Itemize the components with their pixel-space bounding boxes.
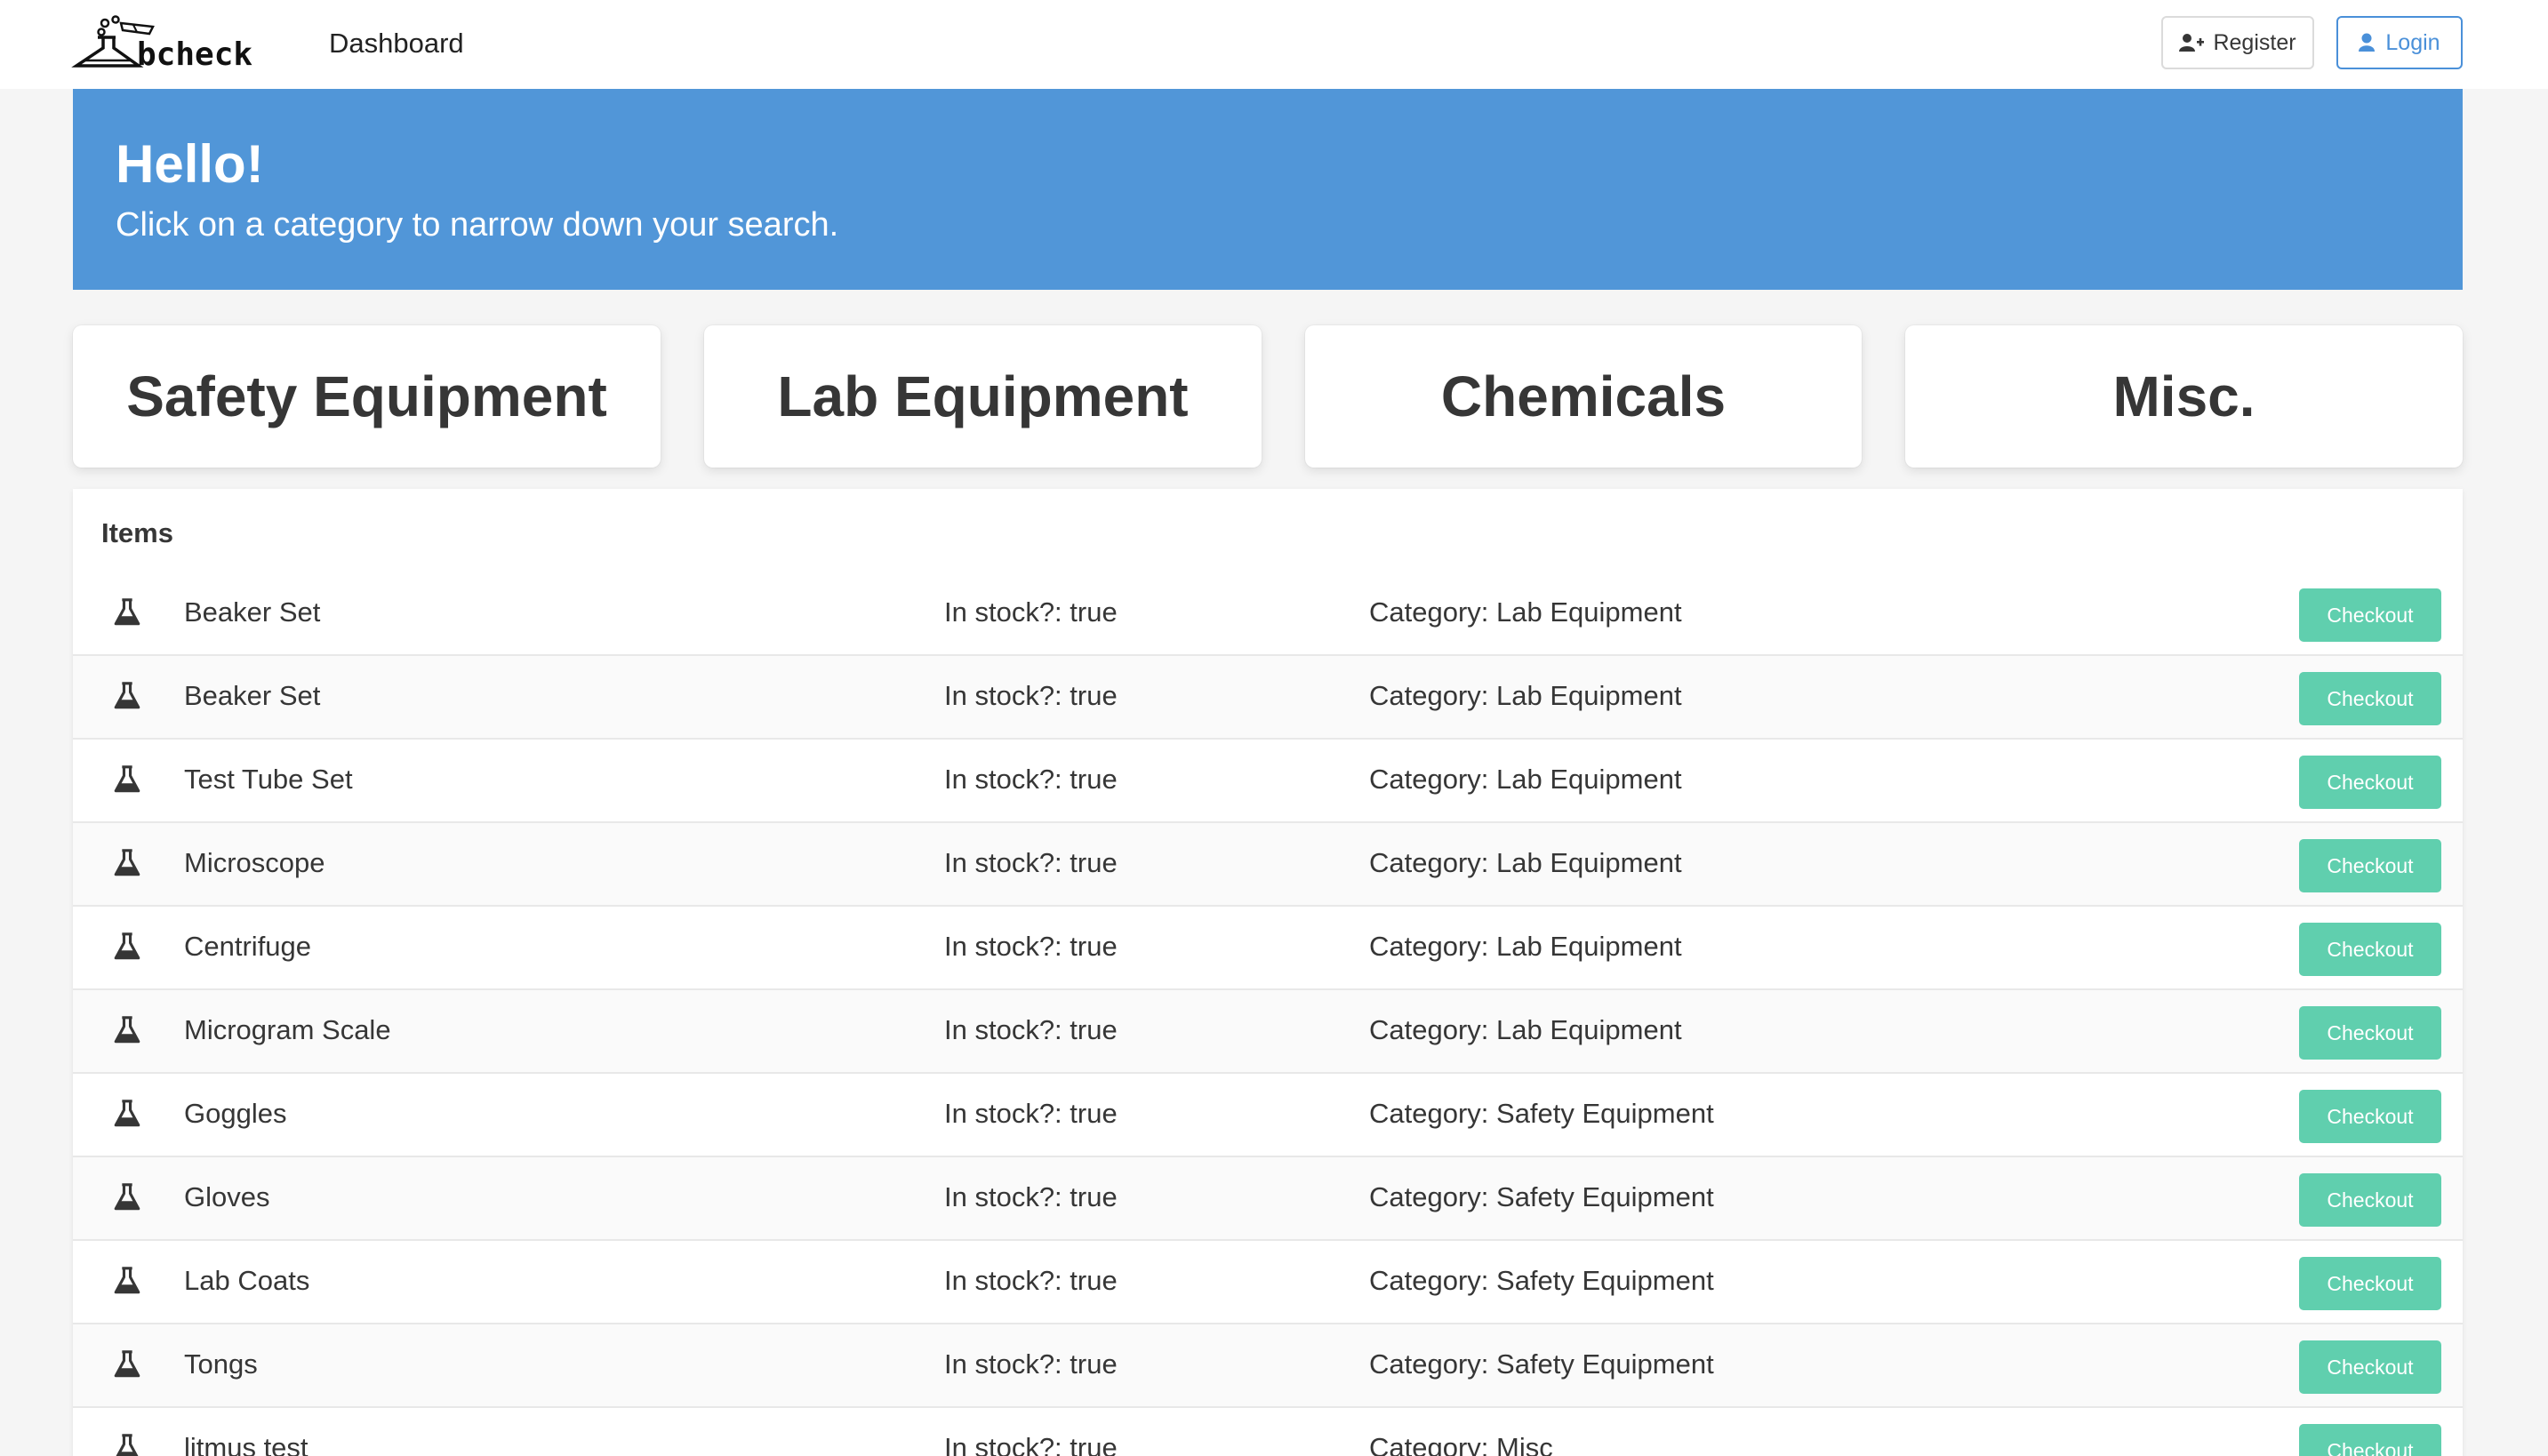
item-row[interactable]: Lab Coats In stock?: true Category: Safety… [73,1241,2463,1324]
item-category: Category: Safety Equipment [1369,1348,1714,1380]
flask-icon [114,1267,140,1294]
item-row[interactable]: Centrifuge In stock?: true Category: Lab E… [73,907,2463,990]
item-stock-status: In stock?: true [944,680,1118,711]
item-category: Category: Lab Equipment [1369,764,1682,795]
item-row[interactable]: Tongs In stock?: true Category: Safety Equ… [73,1324,2463,1408]
item-row[interactable]: Microscope In stock?: true Category: Lab E… [73,823,2463,907]
checkout-button[interactable]: Checkout [2299,1090,2441,1143]
item-row[interactable]: Test Tube Set In stock?: true Category: La… [73,740,2463,823]
register-button[interactable]: Register [2161,16,2314,69]
item-name: Gloves [184,1181,270,1212]
hero-title: Hello! [116,134,264,194]
checkout-button[interactable]: Checkout [2299,1424,2441,1456]
labcheck-logo[interactable]: bcheck [71,14,284,68]
flask-icon [114,598,140,626]
nav-dashboard-link[interactable]: Dashboard [329,27,464,60]
item-name: Centrifuge [184,931,312,962]
item-category: Category: Lab Equipment [1369,680,1682,711]
login-label: Login [2385,29,2440,55]
category-card-lab-equipment[interactable]: Lab Equipment [704,325,1262,468]
item-row[interactable]: Beaker Set In stock?: true Category: Lab E… [73,656,2463,740]
checkout-button[interactable]: Checkout [2299,1257,2441,1310]
checkout-button[interactable]: Checkout [2299,1173,2441,1227]
flask-icon [114,682,140,709]
item-row[interactable]: Beaker Set In stock?: true Category: Lab E… [73,572,2463,656]
item-name: Beaker Set [184,596,321,628]
item-category: Category: Safety Equipment [1369,1265,1714,1296]
item-stock-status: In stock?: true [944,1098,1118,1129]
item-category: Category: Lab Equipment [1369,847,1682,878]
item-stock-status: In stock?: true [944,764,1118,795]
flask-icon [114,1183,140,1211]
item-name: litmus test [184,1432,308,1456]
item-category: Category: Lab Equipment [1369,596,1682,628]
checkout-button[interactable]: Checkout [2299,672,2441,725]
item-name: Test Tube Set [184,764,353,795]
item-category: Category: Safety Equipment [1369,1181,1714,1212]
checkout-button[interactable]: Checkout [2299,1340,2441,1394]
item-category: Category: Lab Equipment [1369,931,1682,962]
svg-text:bcheck: bcheck [137,36,252,68]
checkout-button[interactable]: Checkout [2299,1006,2441,1060]
category-card-chemicals[interactable]: Chemicals [1305,325,1862,468]
flask-icon [116,1434,139,1456]
item-category: Category: Misc [1369,1432,1553,1456]
user-icon [2359,33,2376,52]
item-stock-status: In stock?: true [944,1265,1118,1296]
items-heading: Items [101,517,173,548]
flask-icon [114,1100,140,1127]
items-panel: Items Beaker Set In stock?: true Category:… [73,489,2463,1456]
items-list: Beaker Set In stock?: true Category: Lab E… [73,572,2463,1456]
category-card-misc[interactable]: Misc. [1905,325,2463,468]
register-label: Register [2213,29,2296,55]
flask-icon [114,1016,140,1044]
item-stock-status: In stock?: true [944,1181,1118,1212]
item-name: Beaker Set [184,680,321,711]
top-navbar: bcheck Dashboard Register Login [0,0,2548,89]
item-name: Goggles [184,1098,287,1129]
item-name: Lab Coats [184,1265,310,1296]
item-name: Microgram Scale [184,1014,391,1045]
item-stock-status: In stock?: true [944,1432,1118,1456]
item-stock-status: In stock?: true [944,847,1118,878]
item-stock-status: In stock?: true [944,1348,1118,1380]
checkout-button[interactable]: Checkout [2299,756,2441,809]
item-category: Category: Safety Equipment [1369,1098,1714,1129]
item-stock-status: In stock?: true [944,931,1118,962]
checkout-button[interactable]: Checkout [2299,839,2441,892]
flask-icon [114,1350,140,1378]
item-stock-status: In stock?: true [944,1014,1118,1045]
item-name: Tongs [184,1348,258,1380]
item-category: Category: Lab Equipment [1369,1014,1682,1045]
login-button[interactable]: Login [2336,16,2463,69]
item-stock-status: In stock?: true [944,596,1118,628]
item-row[interactable]: Gloves In stock?: true Category: Safety Eq… [73,1157,2463,1241]
checkout-button[interactable]: Checkout [2299,923,2441,976]
checkout-button[interactable]: Checkout [2299,588,2441,642]
flask-icon [114,765,140,793]
item-row[interactable]: litmus test In stock?: true Category: Misc… [73,1408,2463,1456]
item-name: Microscope [184,847,325,878]
item-row[interactable]: Goggles In stock?: true Category: Safety E… [73,1074,2463,1157]
item-row[interactable]: Microgram Scale In stock?: true Category: … [73,990,2463,1074]
hero-subtitle: Click on a category to narrow down your … [116,206,839,244]
flask-icon [114,849,140,876]
user-plus-icon [2179,34,2205,52]
category-card-safety-equipment[interactable]: Safety Equipment [73,325,661,468]
hero-banner: Hello! Click on a category to narrow dow… [73,89,2463,290]
flask-icon [114,932,140,960]
